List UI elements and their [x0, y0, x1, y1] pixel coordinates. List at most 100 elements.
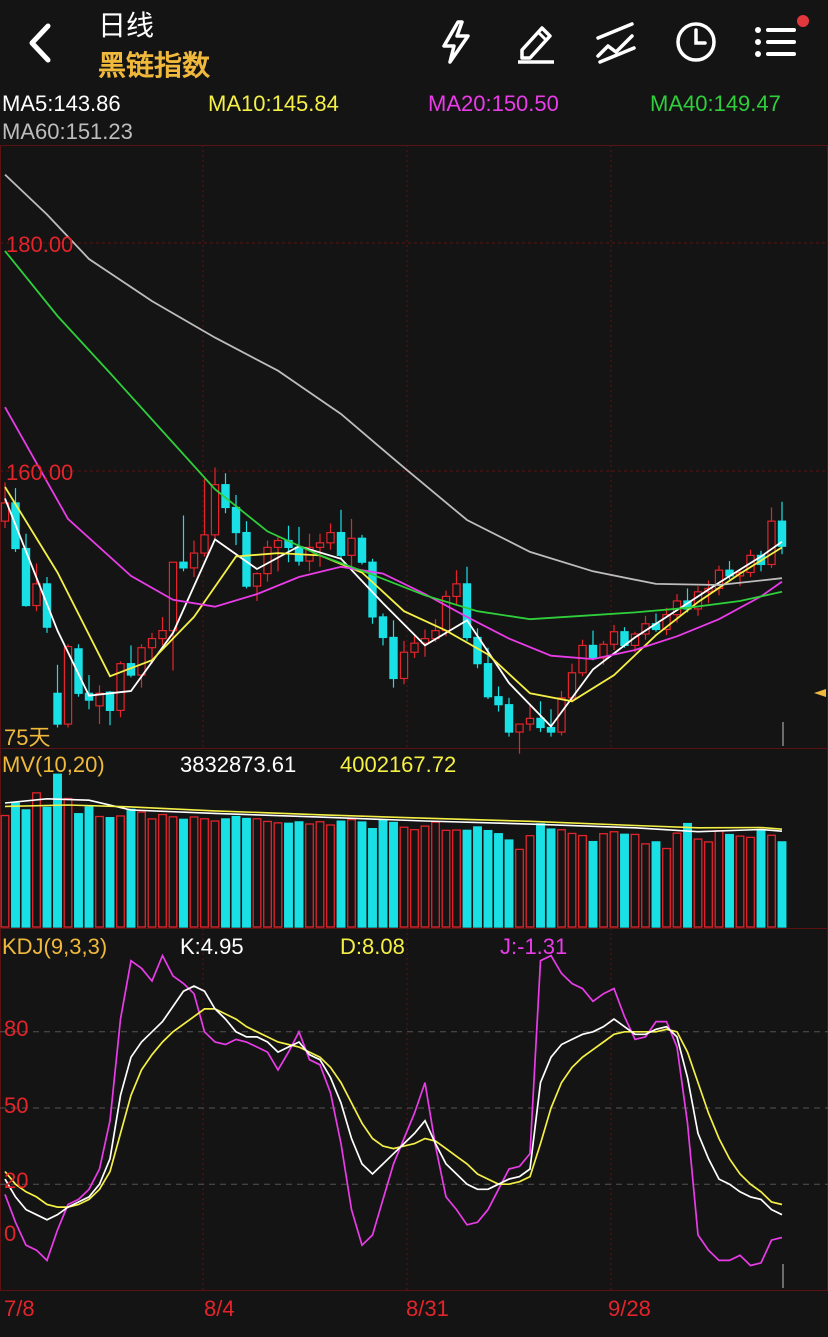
volume-bar [21, 809, 31, 928]
date-label-4: 9/28 [608, 1296, 651, 1321]
kline-chart-canvas[interactable] [0, 0, 828, 1337]
candle-body [231, 506, 241, 534]
volume-bar [158, 813, 167, 928]
candle-body [462, 583, 472, 639]
candle-body [536, 717, 545, 729]
panel-frame-2 [0, 928, 828, 1291]
volume-bar [767, 834, 776, 928]
candle-body [399, 651, 409, 680]
candle-body [347, 537, 356, 556]
kdj-level-80: 80 [4, 1016, 29, 1041]
volume-bar [378, 818, 388, 928]
volume-bar [578, 834, 587, 928]
volume-bar [63, 797, 73, 928]
volume-bar [74, 813, 83, 928]
candle-body [168, 561, 178, 632]
candle-body [483, 663, 493, 698]
candle-body [158, 629, 167, 640]
date-label-2: 8/4 [204, 1296, 235, 1321]
volume-bar [756, 829, 766, 928]
mv-value-1: 3832873.61 [180, 752, 297, 777]
volume-bar [599, 833, 608, 928]
volume-bar [326, 824, 335, 928]
candle-body [326, 531, 335, 544]
candle-body [378, 616, 388, 639]
ma60-label: MA60:151.23 [2, 119, 133, 144]
volume-bar [431, 821, 440, 928]
volume-bar [231, 815, 241, 928]
kdj-title: KDJ(9,3,3) [2, 934, 108, 959]
candle-body [263, 546, 272, 575]
volume-bar [735, 835, 745, 928]
candle-body [525, 717, 535, 725]
volume-bar [683, 822, 692, 928]
candle-body [315, 542, 325, 548]
volume-bar [399, 826, 409, 928]
ma40-label: MA40:149.47 [650, 91, 781, 116]
mv-title: MV(10,20) [2, 752, 105, 777]
current-price-marker [814, 689, 826, 697]
candle-body [515, 723, 524, 733]
volume-bar [336, 820, 346, 928]
candle-body [273, 539, 283, 548]
candle-body [389, 636, 398, 680]
candle-body [410, 642, 419, 653]
candle-body [452, 583, 461, 597]
volume-bar [168, 816, 178, 928]
volume-bar [704, 841, 713, 928]
ma-line-ma40 [4, 250, 783, 621]
ma-line-ma5 [4, 498, 783, 728]
volume-bar [420, 825, 430, 928]
volume-bar [284, 822, 293, 928]
candle-body [147, 637, 157, 649]
volume-bar [662, 847, 671, 928]
candle-body [137, 647, 146, 676]
candle-body [179, 561, 188, 569]
volume-bar [630, 833, 640, 928]
volume-bar [641, 843, 650, 928]
volume-bar [137, 811, 146, 928]
volume-bar [357, 821, 367, 928]
volume-bar [725, 833, 734, 928]
volume-bar [315, 821, 325, 928]
volume-bar [263, 820, 272, 928]
kdj-line-j [4, 953, 783, 1267]
candle-body [32, 583, 41, 607]
volume-bar [410, 828, 419, 928]
volume-bar [305, 823, 314, 928]
volume-bar [294, 821, 304, 928]
price-label-160: 160.00 [6, 460, 74, 485]
candle-body [546, 726, 556, 733]
volume-bar [189, 816, 199, 928]
volume-bar [242, 817, 251, 928]
date-label-3: 8/31 [406, 1296, 449, 1321]
volume-bar [714, 829, 724, 928]
volume-bar [515, 848, 524, 928]
volume-bar [147, 818, 157, 928]
candle-body [189, 552, 199, 569]
volume-bar [441, 829, 451, 928]
volume-bar [105, 817, 115, 928]
ma5-label: MA5:143.86 [2, 91, 121, 116]
volume-bar [504, 839, 514, 928]
volume-bar [651, 841, 661, 928]
candle-body [74, 648, 83, 694]
kdj-level-20: 20 [4, 1168, 29, 1193]
volume-bar [494, 833, 503, 928]
kdj-d-value: D:8.08 [340, 934, 405, 959]
kdj-k-value: K:4.95 [180, 934, 244, 959]
volume-bar [609, 831, 619, 928]
candle-body [200, 534, 209, 554]
candle-body [336, 531, 346, 556]
volume-bar [32, 792, 41, 928]
candle-body [494, 696, 503, 706]
volume-bar [483, 829, 493, 928]
date-label-1: 7/8 [4, 1296, 35, 1321]
volume-bar [42, 806, 52, 928]
ma-line-ma60 [4, 173, 783, 586]
kdj-level-0: 0 [4, 1221, 17, 1246]
panel-frame-0 [0, 145, 828, 749]
candle-body [252, 572, 262, 587]
candle-body [53, 692, 62, 725]
volume-bar [252, 818, 262, 928]
